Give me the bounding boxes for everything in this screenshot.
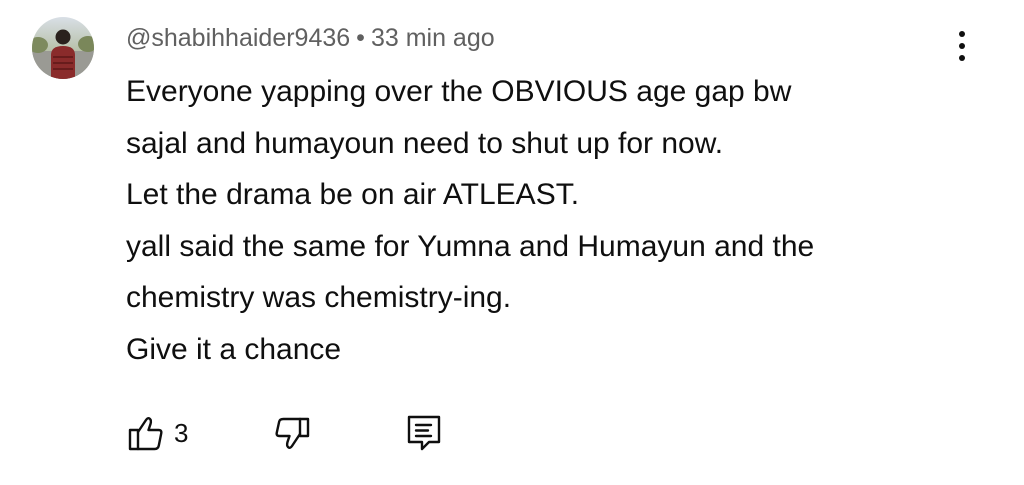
comment-card: @shabihhaider9436 • 33 min ago Everyone ya… [0, 0, 1024, 485]
dislike-button[interactable] [272, 410, 312, 456]
thumbs-down-icon [275, 417, 310, 449]
comment-line: sajal and humayoun need to shut up for n… [126, 126, 724, 160]
comment-header: @shabihhaider9436 • 33 min ago [126, 20, 495, 56]
like-count: 3 [174, 417, 189, 448]
like-button[interactable]: 3 [126, 410, 188, 456]
reply-comment-icon [407, 415, 441, 451]
comment-line: chemistry was chemistry-ing. [126, 281, 512, 314]
reply-button[interactable] [404, 410, 444, 456]
comment-line: Let the drama be on air ATLEAST. [126, 178, 580, 211]
author-name[interactable]: @shabihhaider9436 [126, 24, 350, 52]
thumbs-up-icon [128, 417, 163, 451]
avatar[interactable] [32, 17, 94, 79]
avatar-image [32, 17, 94, 79]
comment-text: Everyone yapping over the OBVIOUS age ga… [126, 66, 986, 375]
timestamp: 33 min ago [370, 24, 495, 52]
more-vertical-icon [959, 31, 965, 61]
separator-dot: • [356, 24, 365, 52]
comment-line: Everyone yapping over the OBVIOUS age ga… [126, 75, 792, 108]
more-options-button[interactable] [946, 24, 978, 68]
comment-line: yall said the same for Yumna and Humayun… [126, 229, 815, 263]
comment-line: Give it a chance [126, 332, 342, 366]
